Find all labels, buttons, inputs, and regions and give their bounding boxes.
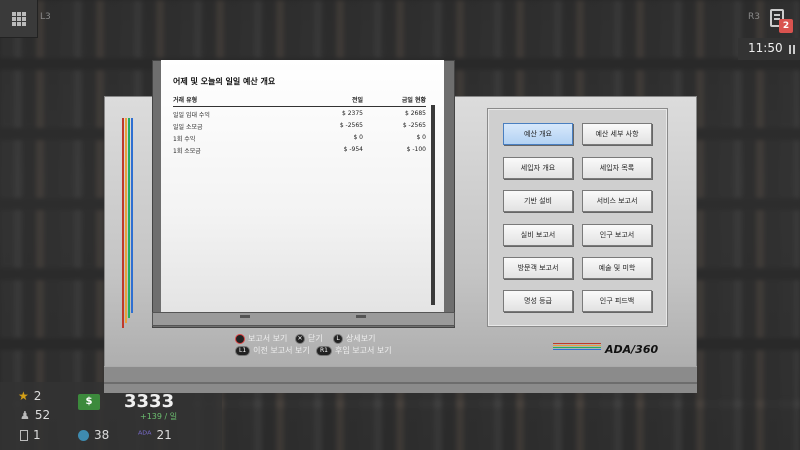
col-yesterday: 전일 bbox=[351, 97, 363, 104]
table-row: 일일 소모금 $ -2565 $ -2565 bbox=[173, 122, 426, 131]
view-report-hint[interactable]: 보고서 보기 bbox=[235, 333, 287, 344]
globe-icon bbox=[78, 429, 89, 441]
next-report-label: 후임 보고서 보기 bbox=[335, 346, 392, 355]
globe-value: 38 bbox=[94, 428, 110, 442]
main-menu-button[interactable] bbox=[0, 0, 38, 38]
globe-stat: 38 bbox=[78, 428, 109, 442]
next-report-hint[interactable]: R1 후임 보고서 보기 bbox=[316, 345, 392, 356]
budget-table: 거래 유형 전일 금일 현황 일일 임대 수익 $ 2375 $ 2685 일일… bbox=[173, 95, 426, 155]
ada-icon: ᴬᴰᴬ bbox=[138, 429, 152, 441]
population-feedback-button[interactable]: 인구 피드백 bbox=[582, 290, 652, 312]
row-yesterday: $ -954 bbox=[343, 146, 363, 153]
close-hint[interactable]: ✕ 닫기 bbox=[295, 333, 323, 344]
color-bars-decoration bbox=[122, 118, 133, 328]
notification-count-badge: 2 bbox=[779, 19, 793, 33]
logo-lines bbox=[553, 342, 601, 352]
row-today: $ -100 bbox=[406, 146, 426, 153]
infrastructure-button[interactable]: 기반 설비 bbox=[503, 190, 573, 212]
table-row: 일일 임대 수익 $ 2375 $ 2685 bbox=[173, 110, 426, 119]
star-icon: ★ bbox=[18, 389, 29, 403]
tray-notch bbox=[240, 315, 250, 318]
row-yesterday: $ 2375 bbox=[342, 110, 363, 117]
game-time: 11:50 bbox=[748, 41, 783, 55]
r1-button-icon: R1 bbox=[316, 345, 332, 356]
notifications-button[interactable]: 2 bbox=[762, 4, 794, 34]
office-report-button[interactable]: 실비 보고서 bbox=[503, 224, 573, 246]
col-today: 금일 현황 bbox=[401, 97, 426, 104]
terminal-stripe bbox=[104, 382, 697, 384]
row-yesterday: $ -2565 bbox=[339, 122, 363, 129]
ada-stat: ᴬᴰᴬ 21 bbox=[138, 428, 172, 442]
row-type: 1회 수익 bbox=[173, 136, 196, 143]
prev-report-label: 이전 보고서 보기 bbox=[253, 346, 310, 355]
row-type: 1회 소모금 bbox=[173, 148, 201, 155]
table-row: 1회 수익 $ 0 $ 0 bbox=[173, 134, 426, 143]
art-aesthetics-button[interactable]: 예술 및 미학 bbox=[582, 257, 652, 279]
report-scrollbar[interactable] bbox=[431, 105, 435, 305]
l3-hint: L3 bbox=[40, 12, 51, 22]
population-report-button[interactable]: 인구 보고서 bbox=[582, 224, 652, 246]
grid-icon bbox=[11, 11, 26, 26]
cross-button-icon: ✕ bbox=[295, 333, 305, 344]
stars-value: 2 bbox=[33, 389, 42, 403]
r3-hint: R3 bbox=[748, 12, 760, 22]
person-icon: ♟ bbox=[20, 408, 30, 422]
col-transaction-type: 거래 유형 bbox=[173, 97, 198, 104]
tenant-list-button[interactable]: 세입자 목록 bbox=[582, 157, 652, 179]
row-today: $ -2565 bbox=[402, 122, 426, 129]
report-title: 어제 및 오늘의 일일 예산 개요 bbox=[173, 77, 276, 86]
terminal-base bbox=[104, 366, 697, 393]
tray-notch bbox=[356, 315, 366, 318]
close-label: 닫기 bbox=[308, 334, 323, 343]
table-header: 거래 유형 전일 금일 현황 bbox=[173, 95, 426, 107]
table-row: 1회 소모금 $ -954 $ -100 bbox=[173, 146, 426, 155]
row-today: $ 2685 bbox=[405, 110, 426, 117]
l1-button-icon: L1 bbox=[235, 345, 251, 356]
pause-icon[interactable] bbox=[789, 45, 795, 54]
ada-360-logo: ADA/360 bbox=[605, 343, 659, 356]
money-icon: $ bbox=[78, 394, 100, 410]
paper-tray bbox=[152, 312, 455, 326]
row-today: $ 0 bbox=[416, 134, 426, 141]
service-report-button[interactable]: 서비스 보고서 bbox=[582, 190, 652, 212]
tenant-overview-button[interactable]: 세입자 개요 bbox=[503, 157, 573, 179]
prev-report-hint[interactable]: L1 이전 보고서 보기 bbox=[235, 345, 310, 356]
circle-button-icon bbox=[235, 333, 245, 344]
stars-stat: ★ 2 bbox=[18, 389, 41, 403]
visitors-value: 52 bbox=[34, 408, 51, 422]
details-hint[interactable]: L 상세보기 bbox=[333, 333, 375, 344]
visitor-report-button[interactable]: 방문객 보고서 bbox=[503, 257, 573, 279]
ada-value: 21 bbox=[156, 428, 172, 442]
reputation-button[interactable]: 명성 등급 bbox=[503, 290, 573, 312]
view-report-label: 보고서 보기 bbox=[248, 334, 288, 343]
l-stick-icon: L bbox=[333, 333, 343, 344]
tenants-stat: 1 bbox=[20, 428, 41, 442]
door-icon bbox=[20, 429, 28, 441]
row-yesterday: $ 0 bbox=[353, 134, 363, 141]
budget-details-button[interactable]: 예산 세부 사항 bbox=[582, 123, 652, 145]
daily-income: +139 / 일 bbox=[140, 412, 178, 421]
row-type: 일일 임대 수익 bbox=[173, 112, 210, 119]
row-type: 일일 소모금 bbox=[173, 124, 203, 131]
details-label: 상세보기 bbox=[346, 334, 376, 343]
money-value: 3333 bbox=[124, 391, 175, 412]
tenants-value: 1 bbox=[33, 428, 41, 442]
visitors-stat: ♟ 52 bbox=[20, 408, 50, 422]
budget-overview-button[interactable]: 예산 개요 bbox=[503, 123, 573, 145]
